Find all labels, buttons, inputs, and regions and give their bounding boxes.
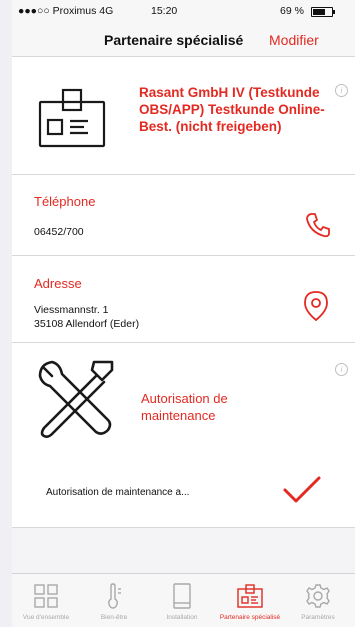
grid-icon [34, 584, 58, 608]
tab-installation[interactable]: Installation [148, 574, 216, 627]
carrier-label: ●●●○○ Proximus 4G [18, 5, 114, 17]
maintenance-status-text: Autorisation de maintenance a... [46, 487, 190, 498]
tab-label: Installation [166, 614, 198, 621]
clock: 15:20 [151, 5, 178, 17]
id-badge-icon [38, 88, 106, 148]
page-title: Partenaire spécialisé [104, 32, 244, 48]
location-pin-icon[interactable] [303, 290, 329, 322]
address-label: Adresse [34, 276, 82, 291]
tab-wellbeing[interactable]: Bien-être [80, 574, 148, 627]
id-badge-icon [237, 584, 263, 608]
tablet-icon [173, 583, 191, 609]
checkmark-icon [283, 476, 321, 503]
tab-overview[interactable]: Vue d'ensemble [12, 574, 80, 627]
nav-bar: Partenaire spécialisé Modifier [12, 22, 355, 56]
thermometer-icon [108, 583, 121, 609]
battery-icon [311, 7, 335, 17]
phone-icon[interactable] [304, 211, 332, 239]
tab-label: Paramètres [301, 614, 335, 621]
address-street: Viessmannstr. 1 [34, 304, 109, 316]
screen-frame: ●●●○○ Proximus 4G 15:20 69 % Partenaire … [0, 0, 355, 627]
info-icon[interactable]: i [335, 363, 348, 376]
divider [12, 342, 355, 343]
battery-level [313, 9, 325, 15]
status-bar: ●●●○○ Proximus 4G 15:20 69 % [12, 0, 355, 22]
divider [12, 255, 355, 256]
maintenance-title: Autorisation de maintenance [141, 391, 228, 423]
divider [12, 56, 355, 57]
phone-label: Téléphone [34, 194, 96, 209]
info-icon[interactable]: i [335, 84, 348, 97]
tools-icon [38, 360, 114, 438]
divider [12, 174, 355, 175]
empty-area [12, 528, 355, 573]
battery-percent: 69 % [280, 5, 304, 17]
tab-label: Bien-être [100, 614, 128, 621]
tab-settings[interactable]: Paramètres [284, 574, 352, 627]
tab-partner[interactable]: Partenaire spécialisé [216, 574, 284, 627]
tab-bar: Vue d'ensemble Bien-être Installation Pa… [12, 573, 355, 627]
phone-value[interactable]: 06452/700 [34, 225, 84, 239]
address-city: 35108 Allendorf (Eder) [34, 318, 140, 330]
tab-label: Partenaire spécialisé [219, 614, 281, 621]
gear-icon [306, 584, 330, 608]
app-screen: ●●●○○ Proximus 4G 15:20 69 % Partenaire … [12, 0, 355, 627]
tab-label: Vue d'ensemble [22, 614, 70, 621]
modify-button[interactable]: Modifier [269, 32, 319, 48]
partner-name: Rasant GmbH IV (Testkunde OBS/APP) Testk… [139, 85, 325, 134]
